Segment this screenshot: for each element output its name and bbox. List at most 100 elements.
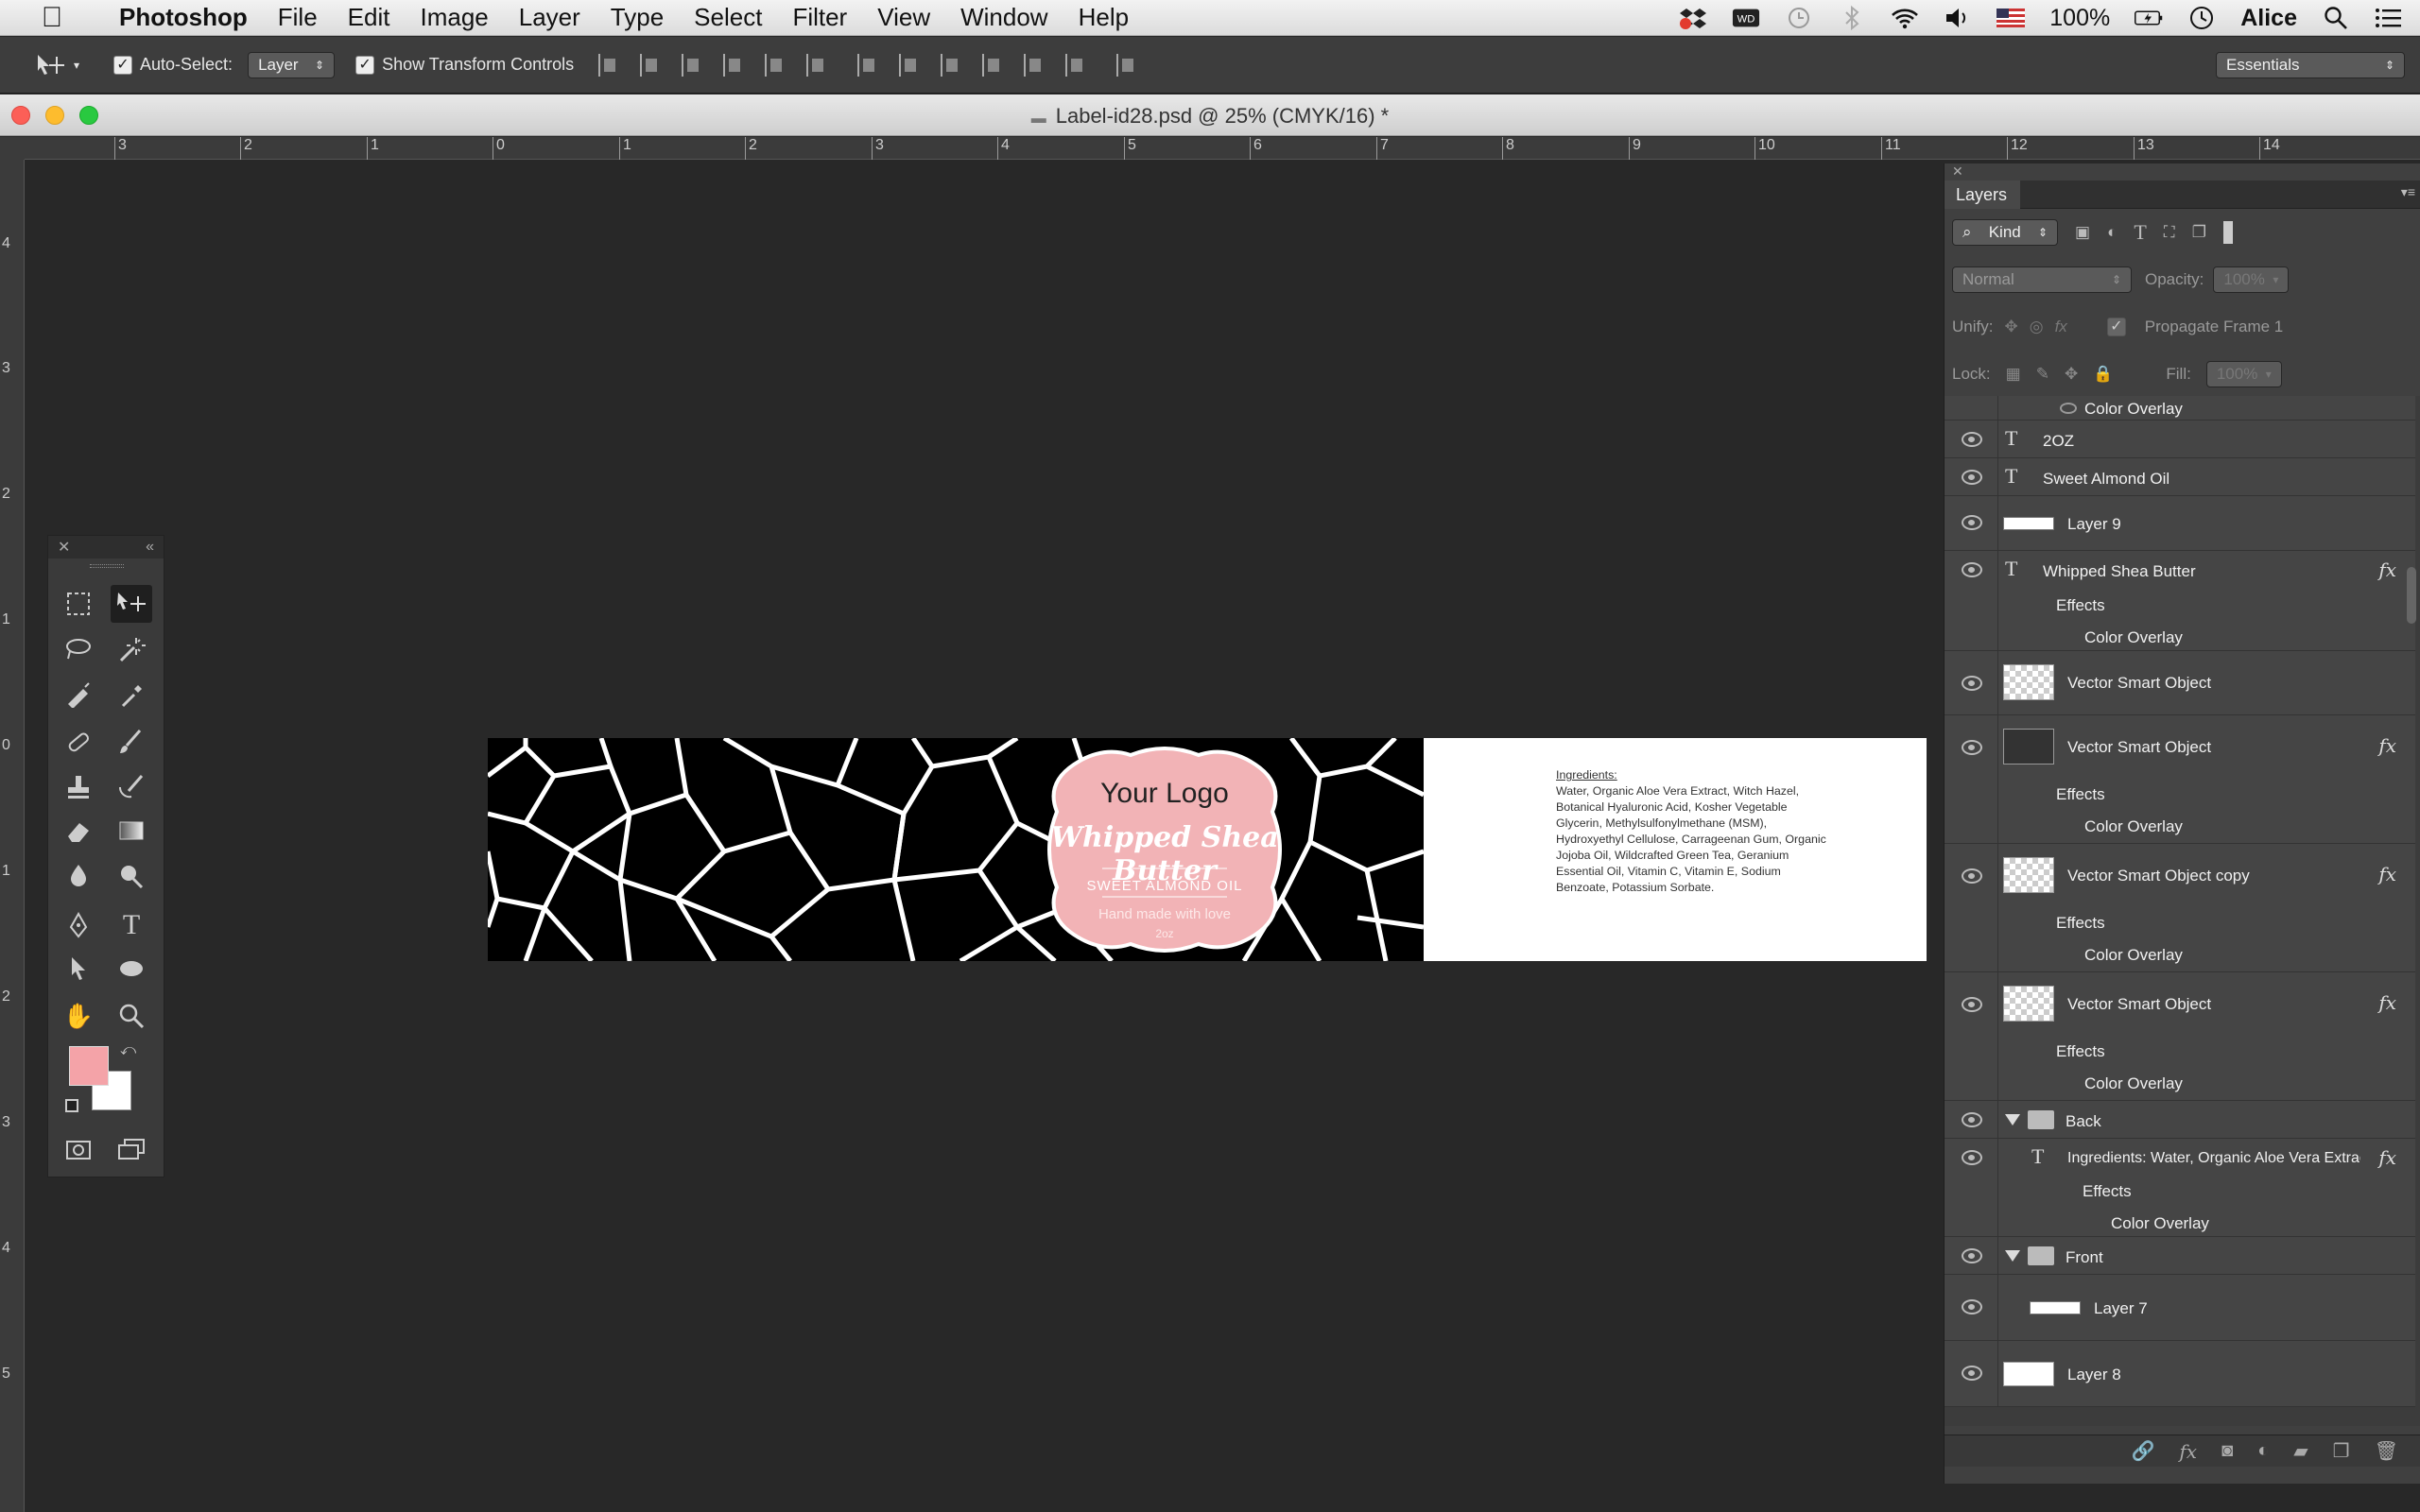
align-left-edges-icon[interactable]: [723, 53, 746, 77]
menu-file[interactable]: File: [278, 3, 318, 32]
clone-stamp-tool-icon[interactable]: [58, 768, 99, 806]
effect-visibility-icon[interactable]: [2060, 403, 2077, 414]
lock-all-icon[interactable]: 🔒: [2093, 365, 2113, 384]
screen-mode-icon[interactable]: [111, 1131, 152, 1169]
auto-select-dropdown[interactable]: Layer ⇕: [248, 51, 336, 78]
magic-wand-tool-icon[interactable]: [111, 630, 152, 668]
layer-effects-icon[interactable]: fx: [2378, 991, 2396, 1014]
user-name[interactable]: Alice: [2240, 5, 2297, 32]
group-expand-icon[interactable]: [2005, 1250, 2020, 1262]
menu-help[interactable]: Help: [1079, 3, 1129, 32]
layer-effects-icon[interactable]: fx: [2378, 558, 2396, 581]
tab-layers[interactable]: Layers: [1945, 180, 2020, 209]
path-selection-tool-icon[interactable]: [58, 950, 99, 988]
layer-filter-dropdown[interactable]: ⌕ Kind ⇕: [1952, 219, 2058, 246]
zoom-tool-icon[interactable]: [111, 997, 152, 1035]
lock-image-icon[interactable]: ✎: [2036, 365, 2049, 384]
align-top-edges-icon[interactable]: [598, 53, 621, 77]
collapse-panel-icon[interactable]: «: [146, 539, 154, 556]
lasso-tool-icon[interactable]: [58, 630, 99, 668]
layers-panel-close-icon[interactable]: ✕: [1952, 163, 1963, 180]
healing-brush-tool-icon[interactable]: [58, 723, 99, 761]
layer-visibility-icon[interactable]: [1962, 1299, 1982, 1314]
menu-type[interactable]: Type: [611, 3, 664, 32]
time-machine-icon[interactable]: [1785, 7, 1813, 29]
add-layer-style-icon[interactable]: fx: [2179, 1440, 2197, 1463]
layer-group-front[interactable]: Front: [1945, 1237, 2415, 1275]
filter-toggle-icon[interactable]: [2222, 221, 2233, 244]
dropbox-icon[interactable]: [1679, 7, 1707, 29]
distribute-right-icon[interactable]: [1065, 53, 1088, 77]
layer-row-vector-smart-object-2[interactable]: Vector Smart Object fx Effects Color Ove…: [1945, 715, 2415, 844]
close-panel-icon[interactable]: ✕: [58, 538, 70, 557]
filter-shape-icon[interactable]: ⛶: [2164, 223, 2175, 242]
layer-row-sweet-almond-oil[interactable]: T Sweet Almond Oil: [1945, 458, 2415, 496]
unify-style-icon[interactable]: fx: [2055, 318, 2067, 336]
swap-colors-icon[interactable]: ⤺: [120, 1042, 136, 1059]
align-bottom-edges-icon[interactable]: [682, 53, 704, 77]
distribute-bottom-icon[interactable]: [941, 53, 963, 77]
workspace-switcher[interactable]: Essentials ⇕: [2216, 51, 2405, 78]
lock-position-icon[interactable]: ✥: [2065, 365, 2078, 384]
history-brush-tool-icon[interactable]: [111, 768, 152, 806]
menu-edit[interactable]: Edit: [348, 3, 390, 32]
ruler-origin[interactable]: [0, 137, 25, 160]
battery-icon[interactable]: [2135, 7, 2163, 29]
filter-pixel-icon[interactable]: ▣: [2075, 223, 2090, 242]
opacity-field[interactable]: 100% ▾: [2213, 266, 2290, 293]
align-right-edges-icon[interactable]: [806, 53, 829, 77]
apple-menu-icon[interactable]: : [28, 2, 76, 34]
unify-position-icon[interactable]: ✥: [2004, 318, 2017, 336]
distribute-left-icon[interactable]: [982, 53, 1005, 77]
group-expand-icon[interactable]: [2005, 1114, 2020, 1125]
bluetooth-icon[interactable]: [1838, 6, 1866, 30]
layer-row-ingredients[interactable]: T Ingredients: Water, Organic Aloe Vera …: [1945, 1139, 2415, 1237]
type-tool-icon[interactable]: T: [111, 906, 152, 944]
blend-mode-dropdown[interactable]: Normal ⇕: [1952, 266, 2132, 293]
layer-effects-icon[interactable]: fx: [2378, 863, 2396, 885]
move-tool-icon[interactable]: [111, 585, 152, 623]
auto-select-checkbox[interactable]: ✓: [113, 55, 132, 75]
distribute-horizontal-centers-icon[interactable]: [1024, 53, 1046, 77]
menu-select[interactable]: Select: [694, 3, 762, 32]
layer-row-vector-smart-object-copy[interactable]: Vector Smart Object copy fx Effects Colo…: [1945, 844, 2415, 972]
layer-visibility-icon[interactable]: [1962, 470, 1982, 485]
layer-group-back[interactable]: Back: [1945, 1101, 2415, 1139]
align-horizontal-centers-icon[interactable]: [765, 53, 787, 77]
fill-field[interactable]: 100% ▾: [2205, 361, 2282, 387]
tools-panel-header[interactable]: ✕ «: [48, 536, 164, 558]
layers-scrollbar[interactable]: [2407, 567, 2416, 624]
add-mask-icon[interactable]: ◙: [2221, 1440, 2233, 1462]
show-transform-checkbox[interactable]: ✓: [355, 55, 375, 75]
wd-drive-icon[interactable]: WD: [1732, 7, 1760, 29]
vertical-ruler[interactable]: 4 3 2 1 0 1 2 3 4 5: [0, 160, 25, 1512]
propagate-frame-checkbox[interactable]: ✓: [2106, 318, 2126, 336]
ellipse-tool-icon[interactable]: [111, 950, 152, 988]
wifi-icon[interactable]: [1891, 7, 1919, 29]
filter-type-icon[interactable]: T: [2134, 220, 2146, 245]
distribute-vertical-centers-icon[interactable]: [899, 53, 922, 77]
default-colors-icon[interactable]: [65, 1099, 78, 1112]
layer-row-layer-9[interactable]: Layer 9: [1945, 496, 2415, 551]
layer-effect-row[interactable]: Color Overlay: [1945, 396, 2415, 421]
horizontal-ruler[interactable]: 3 2 1 0 1 2 3 4 5 6 7 8 9 10 11 12 13 14: [25, 137, 2420, 160]
panel-menu-icon[interactable]: ▾≡: [2401, 184, 2415, 200]
pen-tool-icon[interactable]: [58, 906, 99, 944]
layer-visibility-icon[interactable]: [1962, 562, 1982, 577]
layer-visibility-icon[interactable]: [1962, 1366, 1982, 1381]
layer-row-vector-smart-object[interactable]: Vector Smart Object: [1945, 651, 2415, 715]
layer-row-layer-8[interactable]: Layer 8: [1945, 1341, 2415, 1407]
layer-visibility-icon[interactable]: [1962, 1112, 1982, 1127]
panel-grip[interactable]: [90, 564, 124, 568]
layer-visibility-icon[interactable]: [1962, 997, 1982, 1012]
link-layers-icon[interactable]: 🔗: [2132, 1439, 2155, 1463]
layer-visibility-icon[interactable]: [1962, 1248, 1982, 1263]
blur-tool-icon[interactable]: [58, 857, 99, 895]
volume-icon[interactable]: [1944, 7, 1972, 29]
distribute-top-icon[interactable]: [857, 53, 880, 77]
quick-mask-icon[interactable]: [58, 1131, 99, 1169]
battery-percent[interactable]: 100%: [2049, 5, 2110, 32]
layer-row-2oz[interactable]: T 2OZ: [1945, 421, 2415, 458]
foreground-color-swatch[interactable]: [69, 1046, 109, 1086]
lock-transparent-icon[interactable]: ▦: [2006, 365, 2021, 384]
